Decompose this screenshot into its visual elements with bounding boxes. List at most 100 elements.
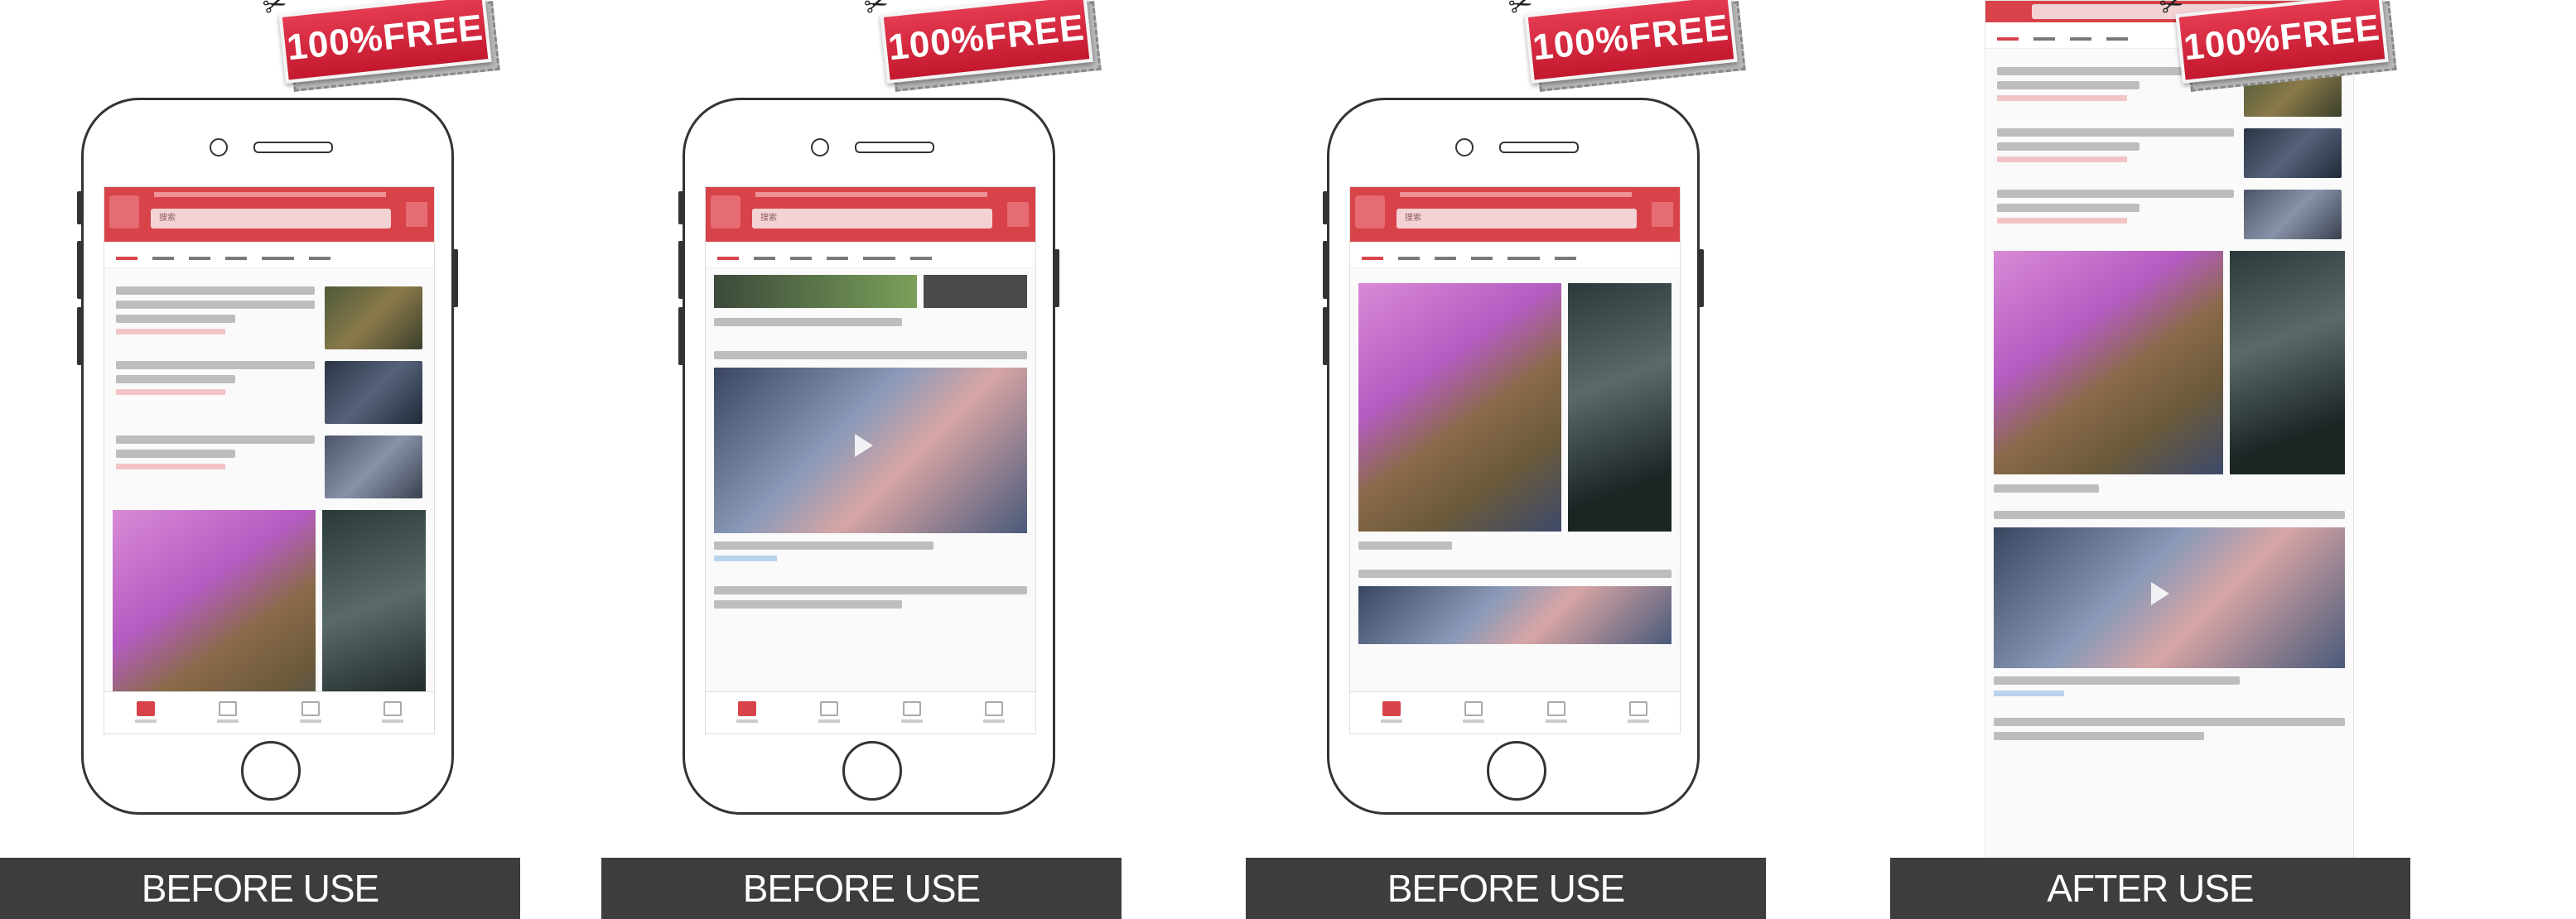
- tab-item[interactable]: ▬▬▬: [262, 250, 294, 262]
- free-badge: 100%FREE ✂: [860, 0, 1102, 92]
- tab-item[interactable]: ▬▬: [2070, 31, 2091, 43]
- tab-item[interactable]: ▬▬: [1555, 250, 1576, 262]
- message-icon[interactable]: [1007, 202, 1029, 227]
- search-input[interactable]: 搜索: [1397, 209, 1637, 229]
- tab-item[interactable]: ▬▬: [1997, 31, 2019, 43]
- home-button[interactable]: [842, 741, 902, 801]
- nav-topic-icon[interactable]: [298, 701, 323, 724]
- list-item[interactable]: [116, 435, 422, 498]
- message-icon[interactable]: [406, 202, 427, 227]
- tab-item[interactable]: ▬▬: [827, 250, 848, 262]
- photo: [1358, 283, 1561, 532]
- tab-item[interactable]: ▬▬: [790, 250, 812, 262]
- camera-icon: [1455, 138, 1474, 156]
- play-icon[interactable]: [855, 434, 873, 457]
- logo-icon: [711, 195, 740, 229]
- nav-video-icon[interactable]: [817, 701, 842, 724]
- nav-profile-icon[interactable]: [1626, 701, 1651, 724]
- phone-screen: 搜索 ▬▬ ▬▬ ▬▬ ▬▬ ▬▬▬ ▬▬: [705, 186, 1036, 734]
- message-icon[interactable]: [1652, 202, 1673, 227]
- photo: [2230, 251, 2345, 474]
- list-item[interactable]: [116, 361, 422, 424]
- free-badge: 100%FREE ✂: [2155, 0, 2397, 92]
- list-item[interactable]: [1997, 190, 2342, 239]
- news-thumbnail: [325, 361, 422, 424]
- tab-item[interactable]: ▬▬: [910, 250, 932, 262]
- phone-screen: 搜索 ▬▬ ▬▬ ▬▬ ▬▬ ▬▬▬ ▬▬: [104, 186, 435, 734]
- tab-item[interactable]: ▬▬: [1398, 250, 1420, 262]
- home-button[interactable]: [241, 741, 301, 801]
- video-player[interactable]: [1358, 586, 1672, 644]
- nav-video-icon[interactable]: [215, 701, 240, 724]
- caption-bar: AFTER USE: [1890, 858, 2410, 919]
- tab-item[interactable]: ▬▬: [309, 250, 330, 262]
- tab-item[interactable]: ▬▬: [189, 250, 210, 262]
- caption-bar: BEFORE USE: [0, 858, 520, 919]
- tab-item[interactable]: ▬▬: [2033, 31, 2055, 43]
- tab-item[interactable]: ▬▬▬: [863, 250, 895, 262]
- video-player[interactable]: [1994, 527, 2345, 668]
- photo: [1567, 283, 1672, 532]
- panel-before-2: 搜索 ▬▬ ▬▬ ▬▬ ▬▬ ▬▬▬ ▬▬ 100%FREE ✂ BEFORE …: [601, 0, 1122, 919]
- bottom-nav: [706, 691, 1035, 734]
- tab-item[interactable]: ▬▬: [1362, 250, 1383, 262]
- news-feed: [104, 268, 434, 734]
- long-screenshot: ▬▬ ▬▬ ▬▬ ▬▬: [1985, 0, 2354, 859]
- play-icon[interactable]: [2151, 582, 2169, 605]
- phone-frame: 搜索 ▬▬ ▬▬ ▬▬ ▬▬ ▬▬▬ ▬▬: [678, 98, 1059, 815]
- tab-item[interactable]: ▬▬: [754, 250, 775, 262]
- logo-icon: [1355, 195, 1385, 229]
- tab-item[interactable]: ▬▬: [717, 250, 739, 262]
- nav-video-icon[interactable]: [1461, 701, 1486, 724]
- phone-frame: 搜索 ▬▬ ▬▬ ▬▬ ▬▬ ▬▬▬ ▬▬: [1323, 98, 1704, 815]
- photo-row[interactable]: [1994, 251, 2345, 474]
- app-header: 搜索: [1350, 187, 1680, 242]
- tab-bar: ▬▬ ▬▬ ▬▬ ▬▬ ▬▬▬ ▬▬: [706, 242, 1035, 268]
- list-item[interactable]: [1997, 128, 2342, 178]
- photo: [714, 275, 917, 308]
- tab-item[interactable]: ▬▬▬: [1507, 250, 1540, 262]
- panel-after: ▬▬ ▬▬ ▬▬ ▬▬ 100%FREE ✂ AFTER USE: [1890, 0, 2410, 919]
- speaker-grille: [855, 142, 934, 153]
- bottom-nav: [1350, 691, 1680, 734]
- list-item[interactable]: [116, 286, 422, 349]
- nav-home-icon[interactable]: [1379, 701, 1404, 724]
- home-button[interactable]: [1487, 741, 1546, 801]
- news-feed: [1350, 268, 1680, 651]
- nav-home-icon[interactable]: [133, 701, 158, 724]
- nav-topic-icon[interactable]: [900, 701, 924, 724]
- photo-row[interactable]: [714, 275, 1027, 308]
- nav-profile-icon[interactable]: [982, 701, 1006, 724]
- app-header: 搜索: [104, 187, 434, 242]
- nav-home-icon[interactable]: [735, 701, 760, 724]
- tab-item[interactable]: ▬▬: [1471, 250, 1493, 262]
- search-input[interactable]: 搜索: [752, 209, 992, 229]
- search-input[interactable]: 搜索: [151, 209, 391, 229]
- video-player[interactable]: [714, 368, 1027, 533]
- tab-item[interactable]: ▬▬: [116, 250, 137, 262]
- photo: [923, 275, 1027, 308]
- photo-row[interactable]: [1358, 283, 1672, 532]
- logo-icon: [109, 195, 139, 229]
- free-badge: 100%FREE ✂: [1504, 0, 1746, 92]
- nav-topic-icon[interactable]: [1544, 701, 1569, 724]
- phone-screen: 搜索 ▬▬ ▬▬ ▬▬ ▬▬ ▬▬▬ ▬▬: [1349, 186, 1681, 734]
- tab-item[interactable]: ▬▬: [2106, 31, 2128, 43]
- nav-profile-icon[interactable]: [380, 701, 405, 724]
- app-header: 搜索: [706, 187, 1035, 242]
- bottom-nav: [104, 691, 434, 734]
- tab-bar: ▬▬ ▬▬ ▬▬ ▬▬ ▬▬▬ ▬▬: [104, 242, 434, 268]
- tab-item[interactable]: ▬▬: [225, 250, 247, 262]
- tab-bar: ▬▬ ▬▬ ▬▬ ▬▬ ▬▬▬ ▬▬: [1350, 242, 1680, 268]
- caption-bar: BEFORE USE: [1246, 858, 1766, 919]
- speaker-grille: [253, 142, 333, 153]
- photo: [1994, 251, 2224, 474]
- news-thumbnail: [2244, 190, 2342, 239]
- camera-icon: [210, 138, 228, 156]
- panel-before-1: 搜索 ▬▬ ▬▬ ▬▬ ▬▬ ▬▬▬ ▬▬ 100%FREE ✂ BEFORE …: [0, 0, 520, 919]
- speaker-grille: [1499, 142, 1579, 153]
- news-thumbnail: [2244, 128, 2342, 178]
- news-thumbnail: [325, 435, 422, 498]
- tab-item[interactable]: ▬▬: [152, 250, 174, 262]
- tab-item[interactable]: ▬▬: [1435, 250, 1456, 262]
